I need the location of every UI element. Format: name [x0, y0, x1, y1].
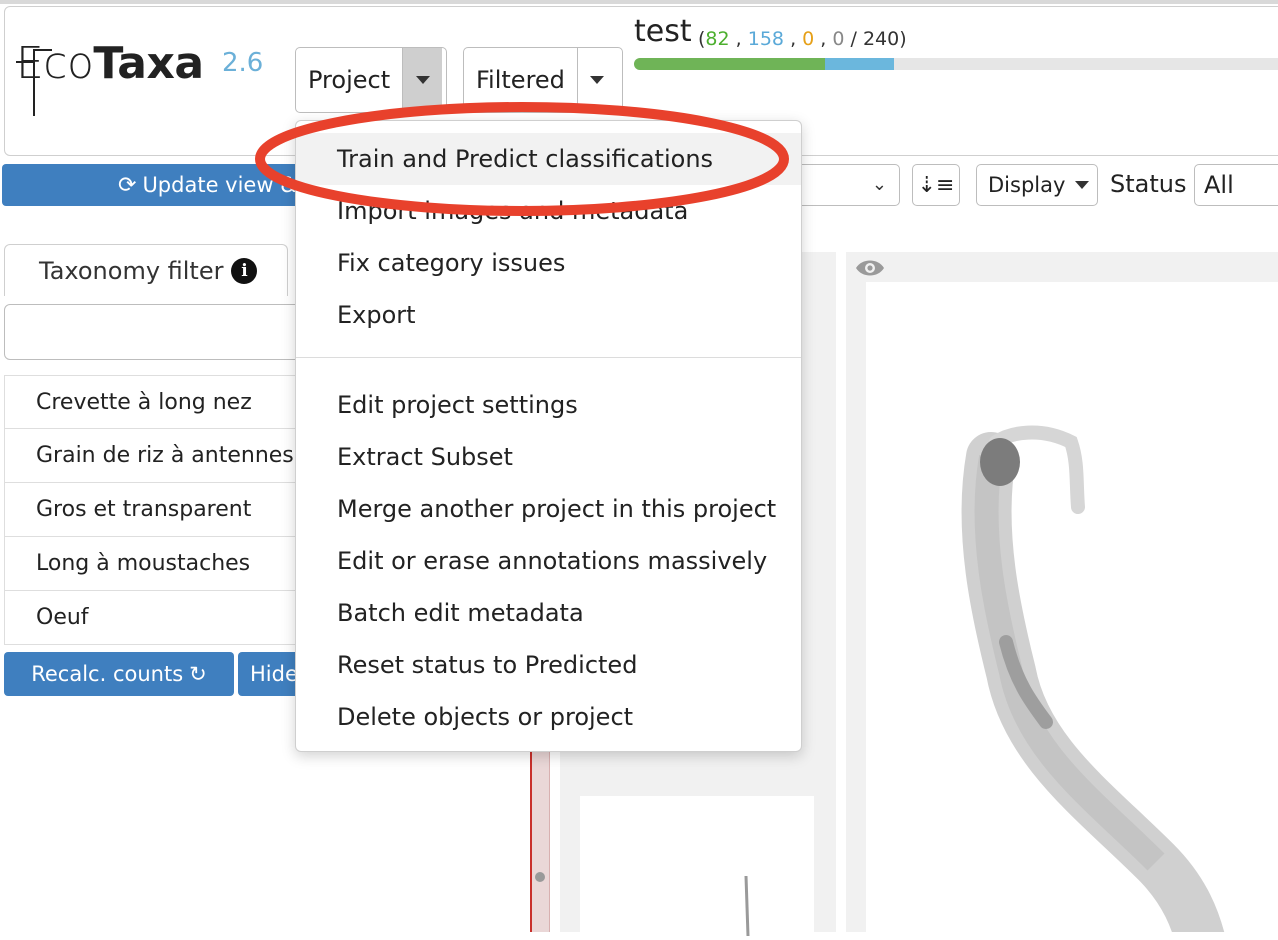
object-preview-image[interactable] [866, 282, 1278, 940]
filtered-split-button[interactable]: Filtered [463, 47, 623, 113]
taxonomy-item[interactable]: Long à moustaches [4, 537, 314, 591]
dubious-count: 0 [802, 28, 815, 50]
object-thumbnail[interactable] [580, 796, 814, 937]
filtered-caret-button[interactable] [576, 48, 617, 112]
eye-icon[interactable] [854, 256, 886, 280]
progress-predicted [825, 58, 894, 70]
taxonomy-search-input[interactable] [4, 304, 314, 360]
taxonomy-list: Crevette à long nez Grain de riz à anten… [4, 375, 314, 645]
menu-divider [296, 357, 801, 358]
classification-progress-bar [634, 58, 1278, 70]
taxonomy-item[interactable]: Gros et transparent [4, 483, 314, 537]
sort-order-button[interactable]: ⇣≡ [912, 164, 960, 206]
project-title: test [634, 14, 692, 49]
project-button-label[interactable]: Project [296, 48, 402, 112]
project-dropdown-menu: Train and Predict classifications Import… [295, 120, 802, 752]
menu-item-export[interactable]: Export [296, 289, 801, 341]
top-border [0, 0, 1278, 4]
menu-item-extract-subset[interactable]: Extract Subset [296, 431, 801, 483]
taxonomy-item[interactable]: Grain de riz à antennes [4, 429, 314, 483]
info-icon[interactable]: i [231, 257, 258, 284]
sort-amount-icon: ⇣≡ [917, 172, 955, 198]
menu-item-reset-status[interactable]: Reset status to Predicted [296, 639, 801, 691]
caret-down-icon [590, 76, 605, 84]
update-view-button[interactable]: ⟳ Update view & [2, 164, 302, 206]
sort-field-select[interactable]: ⌄ [790, 164, 900, 206]
status-select[interactable]: All [1194, 164, 1278, 206]
caret-down-icon [1075, 181, 1090, 189]
logo-version: 2.6 [222, 48, 264, 78]
project-split-button[interactable]: Project [295, 47, 447, 113]
menu-item-import[interactable]: Import images and metadata [296, 185, 801, 237]
logo-text-light: Eco [16, 38, 94, 89]
refresh-icon: ⟳ [118, 172, 137, 198]
status-value: All [1204, 171, 1234, 199]
project-counts: (82 , 158 , 0 , 0 / 240) [698, 28, 907, 50]
menu-item-edit-settings[interactable]: Edit project settings [296, 379, 801, 431]
taxonomy-item[interactable]: Oeuf [4, 591, 314, 645]
plankton-image [961, 425, 1226, 940]
refresh-icon: ↻ [189, 662, 207, 686]
hide-label: Hide [250, 662, 298, 686]
taxonomy-item[interactable]: Crevette à long nez [4, 375, 314, 429]
menu-item-batch-edit-metadata[interactable]: Batch edit metadata [296, 587, 801, 639]
menu-item-edit-annotations[interactable]: Edit or erase annotations massively [296, 535, 801, 587]
predicted-count: 158 [747, 28, 785, 50]
display-button[interactable]: Display [976, 164, 1098, 206]
unclassified-count: 0 [832, 28, 845, 50]
menu-item-delete[interactable]: Delete objects or project [296, 691, 801, 743]
chevron-down-icon: ⌄ [871, 174, 887, 195]
validated-count: 82 [705, 28, 730, 50]
total-count: / 240) [850, 28, 907, 50]
splitter-handle[interactable] [535, 872, 545, 882]
update-view-label: Update view & [142, 173, 297, 197]
tab-taxonomy-filter-label: Taxonomy filter [39, 256, 224, 285]
plankton-thumbnail-image [744, 875, 750, 937]
project-caret-button[interactable] [402, 48, 443, 112]
filtered-button-label[interactable]: Filtered [464, 48, 577, 112]
menu-item-fix-categories[interactable]: Fix category issues [296, 237, 801, 289]
recalc-counts-button[interactable]: Recalc. counts ↻ [4, 652, 234, 696]
tab-taxonomy-filter[interactable]: Taxonomy filter i [4, 244, 288, 296]
caret-down-icon [415, 76, 430, 84]
logo-text-bold: Taxa [93, 38, 204, 89]
recalc-counts-label: Recalc. counts [31, 662, 184, 686]
menu-item-train-predict[interactable]: Train and Predict classifications [296, 133, 801, 185]
menu-item-merge-project[interactable]: Merge another project in this project [296, 483, 801, 535]
display-label: Display [988, 173, 1066, 197]
status-label: Status [1110, 170, 1187, 198]
progress-validated [634, 58, 826, 70]
